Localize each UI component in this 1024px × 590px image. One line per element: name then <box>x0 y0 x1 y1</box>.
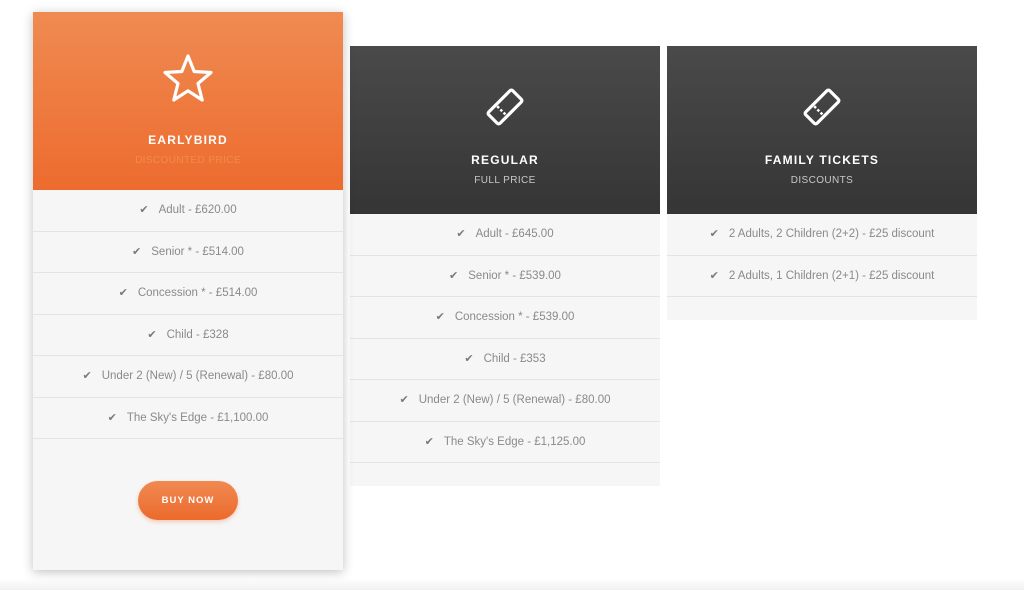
plan-name: FAMILY TICKETS <box>764 153 880 167</box>
feature-item: ✔ Senior * - £514.00 <box>33 232 343 273</box>
feature-item: ✔ The Sky's Edge - £1,125.00 <box>350 422 660 463</box>
feature-label: Senior * - £539.00 <box>468 269 561 282</box>
check-icon: ✔ <box>709 269 719 282</box>
star-icon <box>33 53 343 108</box>
feature-item: ✔ Under 2 (New) / 5 (Renewal) - £80.00 <box>350 380 660 422</box>
feature-item: ✔ Child - £353 <box>350 339 660 380</box>
feature-label: Adult - £620.00 <box>158 204 237 216</box>
page-bottom-edge <box>0 578 1024 590</box>
feature-item: ✔ Adult - £645.00 <box>350 214 660 256</box>
feature-list: ✔ Adult - £645.00 ✔ Senior * - £539.00 ✔ Co… <box>350 214 660 463</box>
check-icon: ✔ <box>449 269 459 282</box>
feature-label: Child - £353 <box>483 352 546 365</box>
plan-subtitle: DISCOUNTED PRICE <box>135 155 241 166</box>
buy-now-button[interactable]: BUY NOW <box>138 481 238 520</box>
card-header-earlybird: EARLYBIRD DISCOUNTED PRICE <box>33 12 343 190</box>
buy-button-wrap: BUY NOW <box>33 481 343 520</box>
check-icon: ✔ <box>456 228 466 240</box>
feature-label: Under 2 (New) / 5 (Renewal) - £80.00 <box>101 370 294 382</box>
feature-label: Concession * - £514.00 <box>137 287 258 299</box>
check-icon: ✔ <box>464 352 474 365</box>
plan-subtitle: FULL PRICE <box>474 175 536 186</box>
feature-list: ✔ 2 Adults, 2 Children (2+2) - £25 discou… <box>667 214 977 297</box>
check-icon: ✔ <box>435 311 445 323</box>
check-icon: ✔ <box>399 394 409 406</box>
feature-list: ✔ Adult - £620.00 ✔ Senior * - £514.00 ✔ Co… <box>33 190 343 439</box>
feature-label: Under 2 (New) / 5 (Renewal) - £80.00 <box>418 394 611 406</box>
check-icon: ✔ <box>107 411 117 424</box>
pricing-card-family: FAMILY TICKETS DISCOUNTS ✔ 2 Adults, 2 Ch… <box>667 46 977 320</box>
feature-label: Adult - £645.00 <box>475 228 554 240</box>
feature-item: ✔ The Sky's Edge - £1,100.00 <box>33 398 343 439</box>
check-icon: ✔ <box>118 287 128 299</box>
ticket-icon <box>667 86 977 133</box>
feature-item: ✔ 2 Adults, 1 Children (2+1) - £25 discou… <box>667 256 977 297</box>
check-icon: ✔ <box>709 228 719 240</box>
pricing-card-earlybird: EARLYBIRD DISCOUNTED PRICE ✔ Adult - £620… <box>33 12 343 570</box>
feature-label: Senior * - £514.00 <box>151 245 244 258</box>
feature-item: ✔ Adult - £620.00 <box>33 190 343 232</box>
pricing-card-regular: REGULAR FULL PRICE ✔ Adult - £645.00 ✔ Sen… <box>350 46 660 486</box>
card-header-regular: REGULAR FULL PRICE <box>350 46 660 214</box>
feature-item: ✔ Under 2 (New) / 5 (Renewal) - £80.00 <box>33 356 343 398</box>
feature-item: ✔ Child - £328 <box>33 315 343 356</box>
check-icon: ✔ <box>147 328 157 341</box>
feature-item: ✔ 2 Adults, 2 Children (2+2) - £25 discou… <box>667 214 977 256</box>
plan-subtitle: DISCOUNTS <box>790 175 854 186</box>
feature-label: The Sky's Edge - £1,100.00 <box>126 411 269 424</box>
check-icon: ✔ <box>424 435 434 448</box>
plan-name: REGULAR <box>471 153 539 167</box>
card-header-family: FAMILY TICKETS DISCOUNTS <box>667 46 977 214</box>
feature-label: Child - £328 <box>166 328 229 341</box>
ticket-icon <box>350 86 660 133</box>
feature-item: ✔ Senior * - £539.00 <box>350 256 660 297</box>
feature-label: 2 Adults, 1 Children (2+1) - £25 discoun… <box>728 269 935 282</box>
check-icon: ✔ <box>132 245 142 258</box>
check-icon: ✔ <box>139 204 149 216</box>
feature-item: ✔ Concession * - £539.00 <box>350 297 660 339</box>
plan-name: EARLYBIRD <box>148 133 228 147</box>
check-icon: ✔ <box>82 370 92 382</box>
feature-label: Concession * - £539.00 <box>454 311 575 323</box>
feature-item: ✔ Concession * - £514.00 <box>33 273 343 315</box>
pricing-section: EARLYBIRD DISCOUNTED PRICE ✔ Adult - £620… <box>0 0 1024 590</box>
feature-label: 2 Adults, 2 Children (2+2) - £25 discoun… <box>728 228 935 240</box>
feature-label: The Sky's Edge - £1,125.00 <box>443 435 586 448</box>
